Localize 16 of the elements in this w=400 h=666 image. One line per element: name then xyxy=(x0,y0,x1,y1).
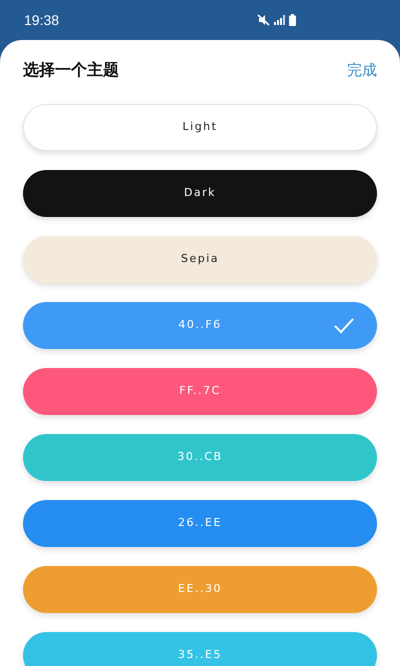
theme-option[interactable]: 26..EE xyxy=(23,500,377,547)
theme-option[interactable]: 35..E5 xyxy=(23,632,377,666)
check-icon xyxy=(334,318,354,334)
done-button[interactable]: 完成 xyxy=(347,58,377,82)
theme-option[interactable]: 30..CB xyxy=(23,434,377,481)
theme-option[interactable]: 40..F6 xyxy=(23,302,377,349)
theme-option[interactable]: FF..7C xyxy=(23,368,377,415)
theme-option[interactable]: Light xyxy=(23,104,377,151)
status-time: 19:38 xyxy=(24,10,60,30)
theme-option[interactable]: Dark xyxy=(23,170,377,217)
signal-icon xyxy=(274,15,285,25)
mute-icon xyxy=(257,14,270,26)
theme-option[interactable]: Sepia xyxy=(23,236,377,283)
theme-option[interactable]: EE..30 xyxy=(23,566,377,613)
sheet-title: 选择一个主题 xyxy=(23,59,119,81)
battery-icon xyxy=(289,14,296,26)
